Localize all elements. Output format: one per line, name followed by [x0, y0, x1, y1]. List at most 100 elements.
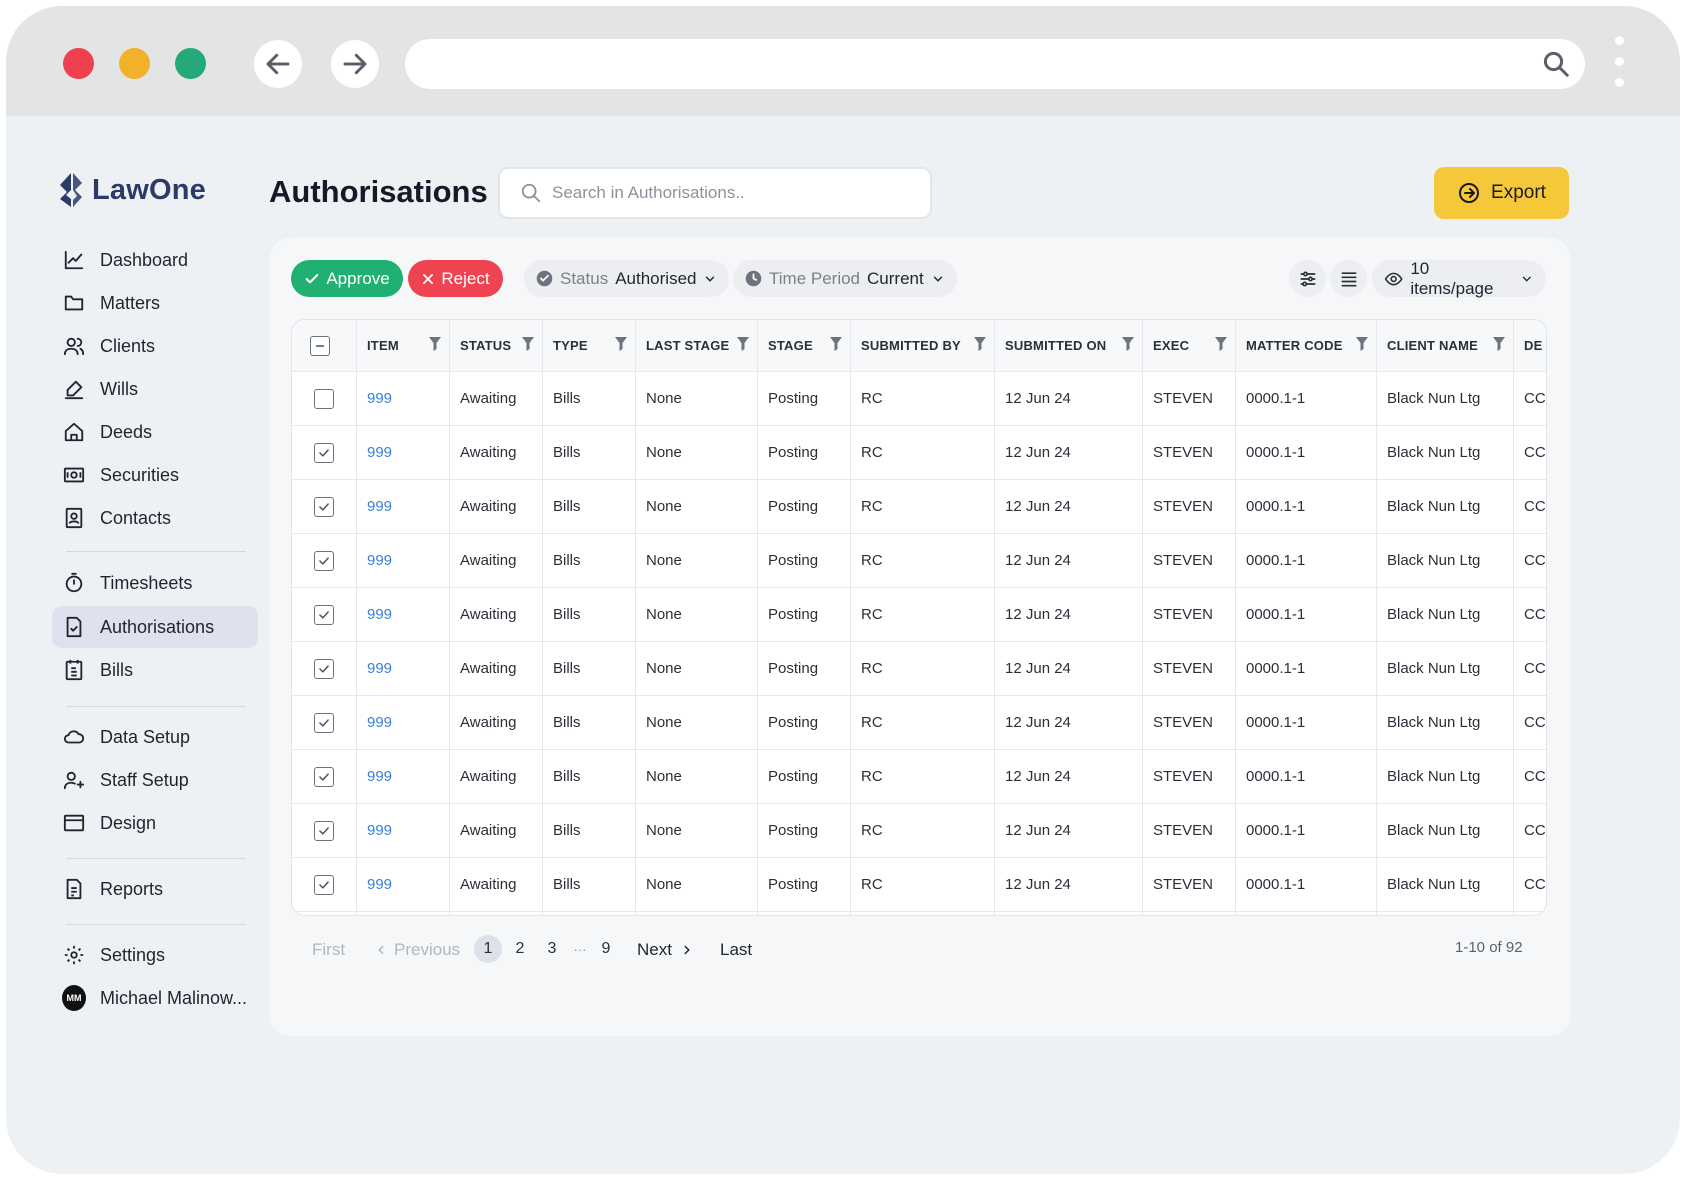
column-header[interactable]: EXEC	[1143, 320, 1236, 371]
sidebar-item-securities[interactable]: Securities	[52, 454, 258, 496]
pagination-page-2[interactable]: 2	[506, 935, 534, 963]
filter-icon[interactable]	[974, 337, 986, 354]
row-checkbox[interactable]	[314, 820, 334, 841]
column-header[interactable]: SUBMITTED BY	[851, 320, 995, 371]
sidebar-item-reports[interactable]: Reports	[52, 868, 258, 910]
table-row[interactable]: 999AwaitingBillsNonePostingRC12 Jun 24ST…	[292, 642, 1546, 696]
row-checkbox[interactable]	[314, 550, 334, 571]
maximize-window-button[interactable]	[175, 48, 206, 79]
sidebar-item-bills[interactable]: Bills	[52, 649, 258, 691]
column-settings-button[interactable]	[1289, 260, 1326, 297]
pagination-last[interactable]: Last	[720, 935, 752, 965]
row-checkbox[interactable]	[314, 712, 334, 733]
column-header[interactable]: STATUS	[450, 320, 543, 371]
select-all-checkbox[interactable]	[310, 335, 330, 356]
table-row[interactable]: 999AwaitingBillsNonePostingRC12 Jun 24ST…	[292, 912, 1546, 915]
sidebar-item-design[interactable]: Design	[52, 802, 258, 844]
pagination-page-3[interactable]: 3	[538, 935, 566, 963]
item-link[interactable]: 999	[357, 372, 450, 425]
sidebar-item-timesheets[interactable]: Timesheets	[52, 562, 258, 604]
row-checkbox[interactable]	[314, 658, 334, 679]
column-header[interactable]: STAGE	[758, 320, 851, 371]
items-per-page-select[interactable]: 10 items/page	[1372, 259, 1546, 298]
column-header[interactable]: DE	[1514, 320, 1546, 371]
sidebar-item-dashboard[interactable]: Dashboard	[52, 239, 258, 281]
export-button[interactable]: Export	[1434, 167, 1569, 219]
search-icon[interactable]	[1541, 49, 1571, 79]
column-header[interactable]: ITEM	[357, 320, 450, 371]
table-row[interactable]: 999AwaitingBillsNonePostingRC12 Jun 24ST…	[292, 426, 1546, 480]
table-row[interactable]: 999AwaitingBillsNonePostingRC12 Jun 24ST…	[292, 750, 1546, 804]
item-link[interactable]: 999	[357, 696, 450, 749]
sidebar-item-settings[interactable]: Settings	[52, 934, 258, 976]
sidebar-item-matters[interactable]: Matters	[52, 282, 258, 324]
reject-button[interactable]: Reject	[408, 260, 503, 297]
filter-icon[interactable]	[737, 337, 749, 354]
browser-address-bar[interactable]	[405, 39, 1585, 89]
user-profile[interactable]: MM Michael Malinow...	[52, 977, 258, 1019]
table-row[interactable]: 999AwaitingBillsNonePostingRC12 Jun 24ST…	[292, 588, 1546, 642]
column-header[interactable]: MATTER CODE	[1236, 320, 1377, 371]
search-field[interactable]	[498, 167, 932, 219]
browser-back-button[interactable]	[254, 40, 302, 88]
table-row[interactable]: 999AwaitingBillsNonePostingRC12 Jun 24ST…	[292, 372, 1546, 426]
filter-icon[interactable]	[522, 337, 534, 354]
table-cell: Black Nun Ltg	[1377, 642, 1514, 695]
item-link[interactable]: 999	[357, 534, 450, 587]
filter-icon[interactable]	[1356, 337, 1368, 354]
row-checkbox[interactable]	[314, 874, 334, 895]
item-link[interactable]: 999	[357, 912, 450, 915]
column-header[interactable]: SUBMITTED ON	[995, 320, 1143, 371]
item-link[interactable]: 999	[357, 426, 450, 479]
sidebar-item-wills[interactable]: Wills	[52, 368, 258, 410]
status-filter[interactable]: Status Authorised	[524, 260, 730, 297]
time-period-filter[interactable]: Time Period Current	[733, 260, 957, 297]
table-row[interactable]: 999AwaitingBillsNonePostingRC12 Jun 24ST…	[292, 858, 1546, 912]
sidebar-item-contacts[interactable]: Contacts	[52, 497, 258, 539]
close-window-button[interactable]	[63, 48, 94, 79]
column-header[interactable]: CLIENT NAME	[1377, 320, 1514, 371]
table-cell: STEVEN	[1143, 858, 1236, 911]
column-header[interactable]: TYPE	[543, 320, 636, 371]
filter-icon[interactable]	[830, 337, 842, 354]
table-row[interactable]: 999AwaitingBillsNonePostingRC12 Jun 24ST…	[292, 534, 1546, 588]
filter-icon[interactable]	[429, 337, 441, 354]
pagination-page-1[interactable]: 1	[474, 935, 502, 963]
row-checkbox[interactable]	[314, 388, 334, 409]
filter-icon[interactable]	[1122, 337, 1134, 354]
table-cell: Black Nun Ltg	[1377, 372, 1514, 425]
item-link[interactable]: 999	[357, 804, 450, 857]
table-row[interactable]: 999AwaitingBillsNonePostingRC12 Jun 24ST…	[292, 696, 1546, 750]
search-input[interactable]	[552, 183, 912, 203]
approve-button[interactable]: Approve	[291, 260, 403, 297]
sidebar-item-clients[interactable]: Clients	[52, 325, 258, 367]
table-row[interactable]: 999AwaitingBillsNonePostingRC12 Jun 24ST…	[292, 804, 1546, 858]
app-logo[interactable]: LawOne	[58, 171, 206, 209]
filter-icon[interactable]	[1493, 337, 1505, 354]
filter-icon[interactable]	[1215, 337, 1227, 354]
column-header[interactable]: LAST STAGE	[636, 320, 758, 371]
row-checkbox[interactable]	[314, 442, 334, 463]
row-checkbox[interactable]	[314, 766, 334, 787]
item-link[interactable]: 999	[357, 588, 450, 641]
row-checkbox[interactable]	[314, 496, 334, 517]
pagination-next[interactable]: Next	[637, 935, 694, 965]
table-row[interactable]: 999AwaitingBillsNonePostingRC12 Jun 24ST…	[292, 480, 1546, 534]
table-cell: STEVEN	[1143, 588, 1236, 641]
sidebar-item-data-setup[interactable]: Data Setup	[52, 716, 258, 758]
item-link[interactable]: 999	[357, 480, 450, 533]
pagination-page-9[interactable]: 9	[592, 935, 620, 963]
sidebar-item-staff-setup[interactable]: Staff Setup	[52, 759, 258, 801]
filter-icon[interactable]	[615, 337, 627, 354]
minimize-window-button[interactable]	[119, 48, 150, 79]
browser-menu-icon[interactable]	[1615, 36, 1625, 94]
item-link[interactable]: 999	[357, 858, 450, 911]
density-button[interactable]	[1330, 260, 1367, 297]
table-cell: Posting	[758, 372, 851, 425]
sidebar-item-authorisations[interactable]: Authorisations	[52, 606, 258, 648]
item-link[interactable]: 999	[357, 750, 450, 803]
row-checkbox[interactable]	[314, 604, 334, 625]
sidebar-item-deeds[interactable]: Deeds	[52, 411, 258, 453]
item-link[interactable]: 999	[357, 642, 450, 695]
browser-forward-button[interactable]	[331, 40, 379, 88]
